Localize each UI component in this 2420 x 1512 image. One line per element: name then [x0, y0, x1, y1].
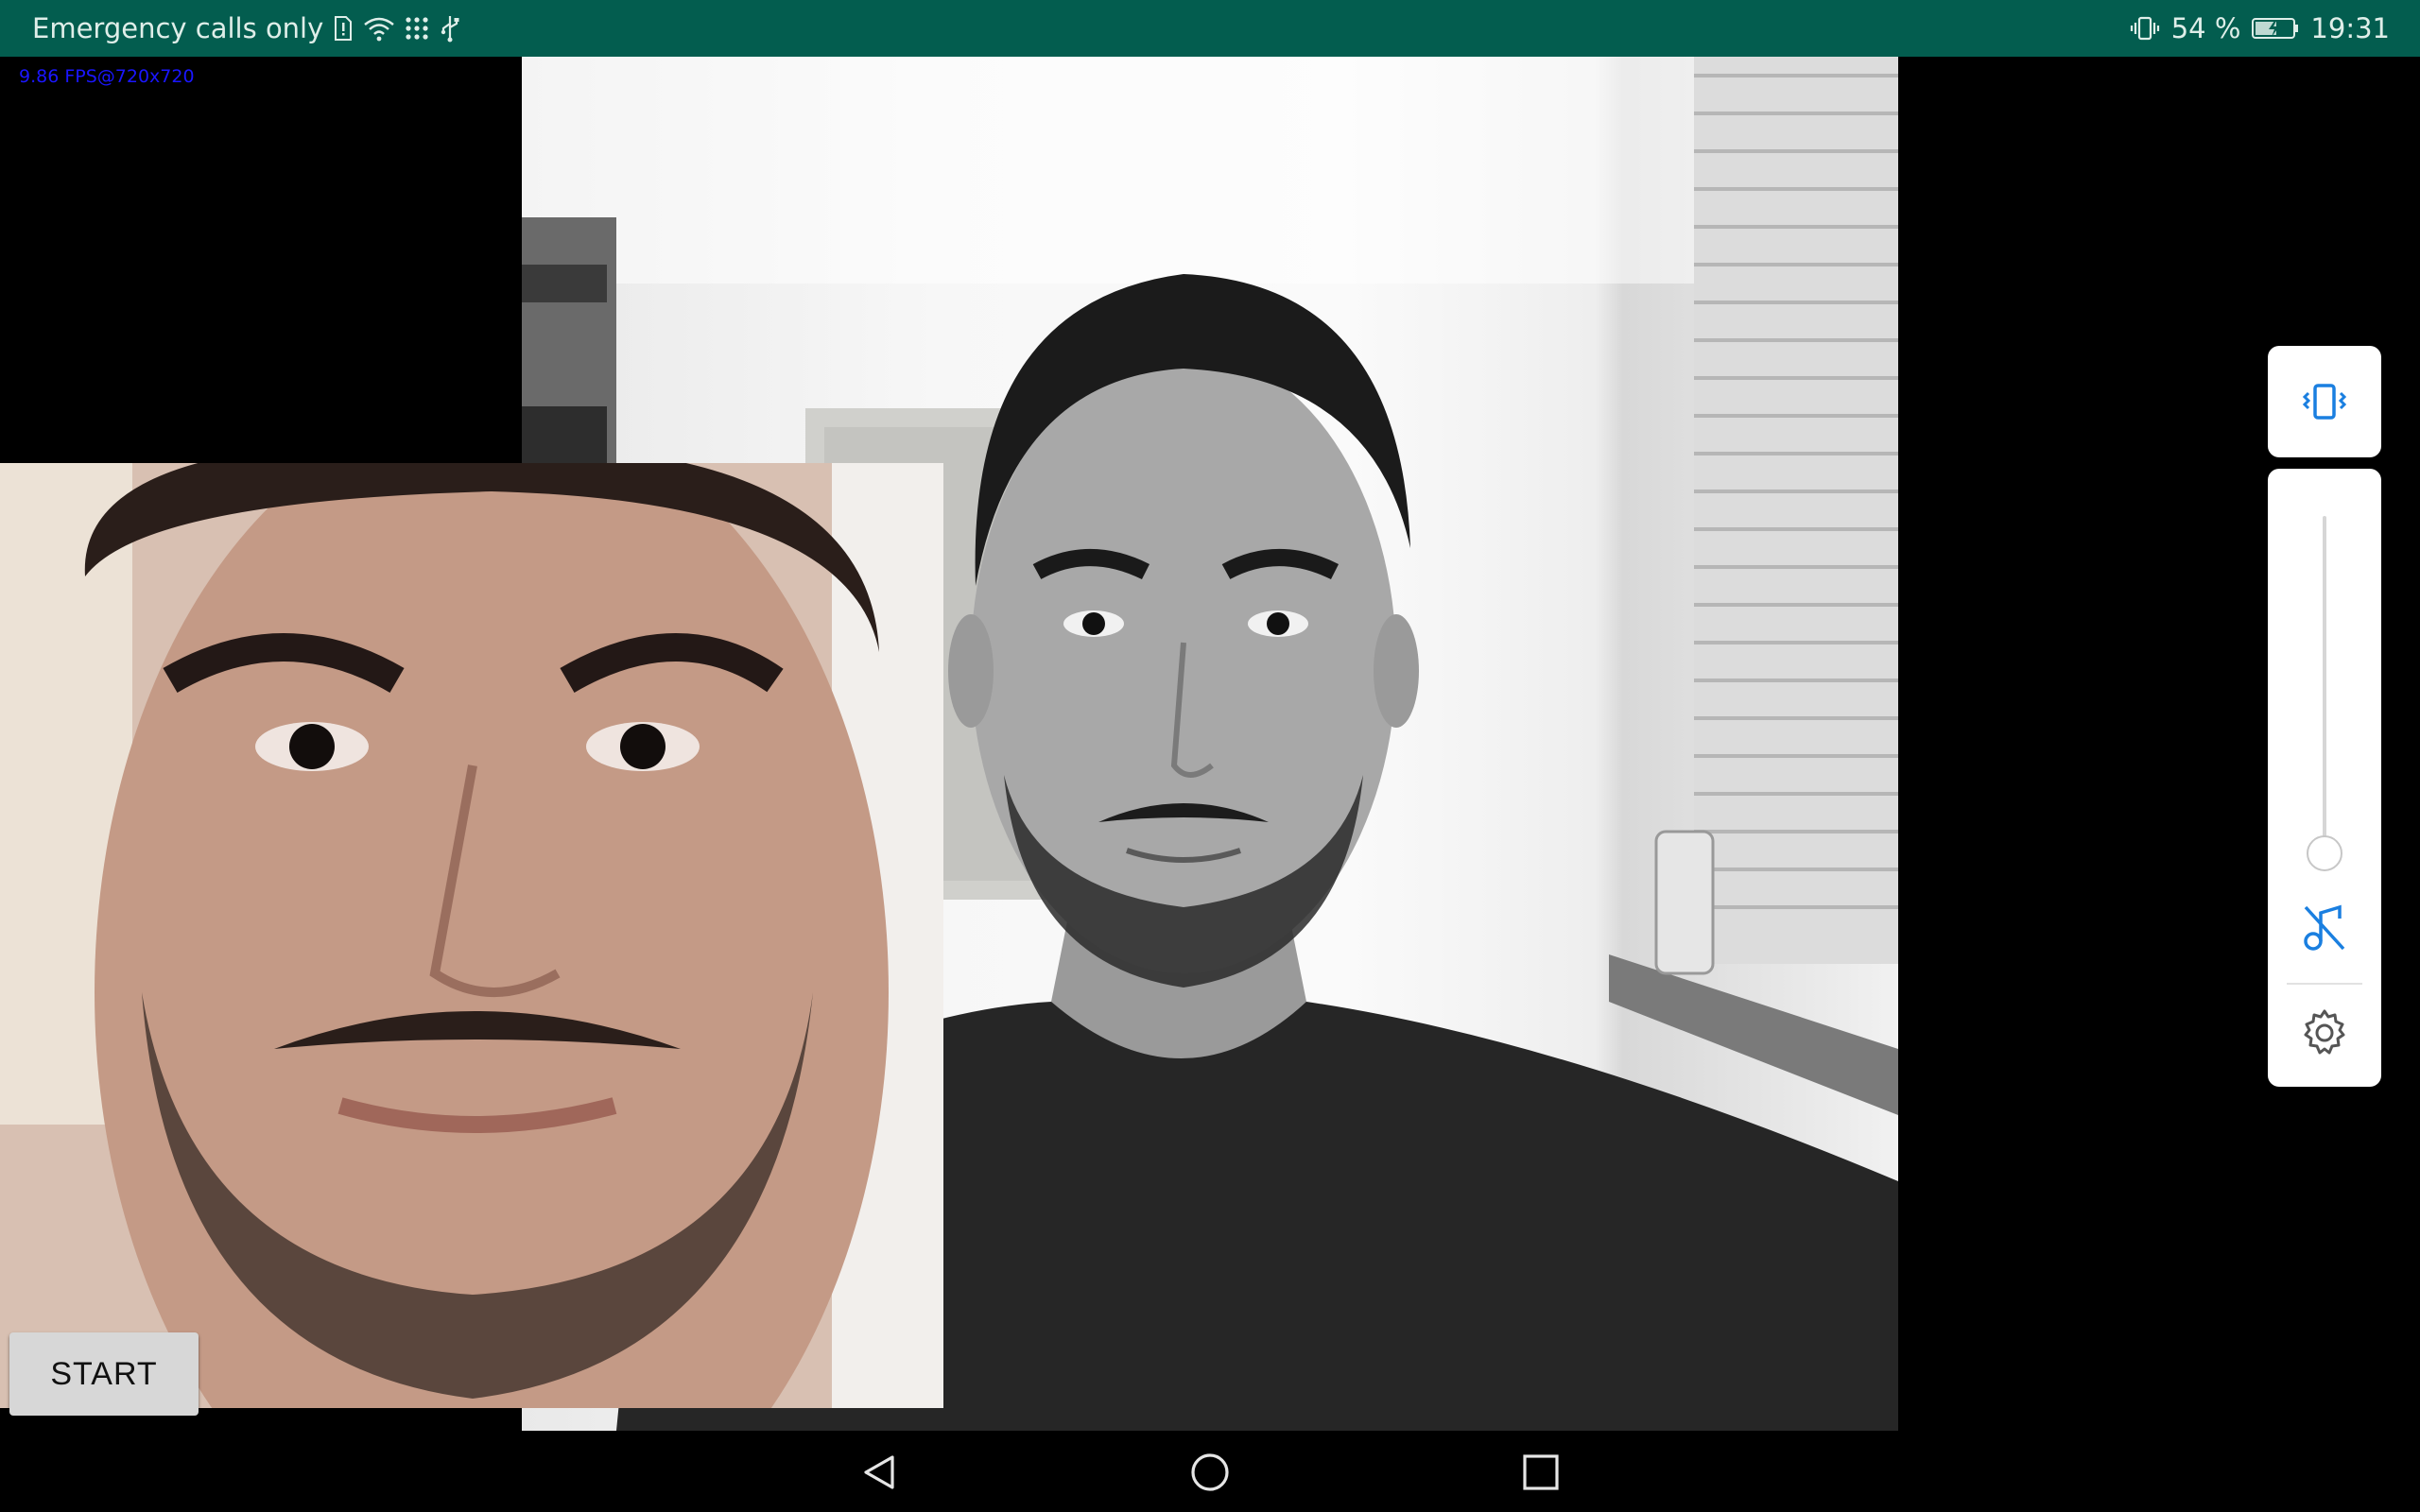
- recents-button[interactable]: [1512, 1444, 1569, 1501]
- fps-counter: 9.86 FPS@720x720: [19, 66, 195, 87]
- battery-charging-icon: [2252, 16, 2299, 41]
- back-button[interactable]: [851, 1444, 908, 1501]
- usb-icon: [439, 14, 461, 43]
- ringer-mode-button[interactable]: [2268, 346, 2381, 457]
- gear-icon: [2304, 1009, 2345, 1055]
- home-button[interactable]: [1182, 1444, 1238, 1501]
- back-icon: [864, 1455, 894, 1489]
- status-right: 54 % 19:31: [2130, 0, 2390, 57]
- home-icon: [1191, 1453, 1229, 1491]
- music-off-icon: [2304, 904, 2345, 951]
- camera-preview-face-crop: [0, 463, 943, 1408]
- status-left: Emergency calls only: [32, 0, 461, 57]
- carrier-text: Emergency calls only: [32, 12, 324, 44]
- grid-dots-icon: [405, 16, 429, 41]
- recents-icon: [1523, 1454, 1559, 1490]
- volume-slider-track[interactable]: [2323, 516, 2326, 851]
- status-bar: Emergency calls only 54 % 19:31: [0, 0, 2420, 57]
- panel-divider: [2287, 983, 2362, 985]
- volume-slider-thumb[interactable]: [2307, 835, 2342, 871]
- navigation-bar: [0, 1431, 2420, 1512]
- vibrate-icon: [2130, 15, 2160, 42]
- vibrate-icon: [2302, 384, 2347, 420]
- mute-media-button[interactable]: [2302, 903, 2347, 956]
- start-button[interactable]: START: [9, 1332, 199, 1416]
- battery-percent: 54 %: [2170, 12, 2241, 44]
- sim-alert-icon: [333, 15, 354, 42]
- face-crop-scene: [0, 463, 943, 1408]
- sound-settings-button[interactable]: [2300, 1007, 2349, 1060]
- clock: 19:31: [2310, 12, 2390, 44]
- volume-panel: [2268, 469, 2381, 1087]
- wifi-icon: [363, 15, 395, 42]
